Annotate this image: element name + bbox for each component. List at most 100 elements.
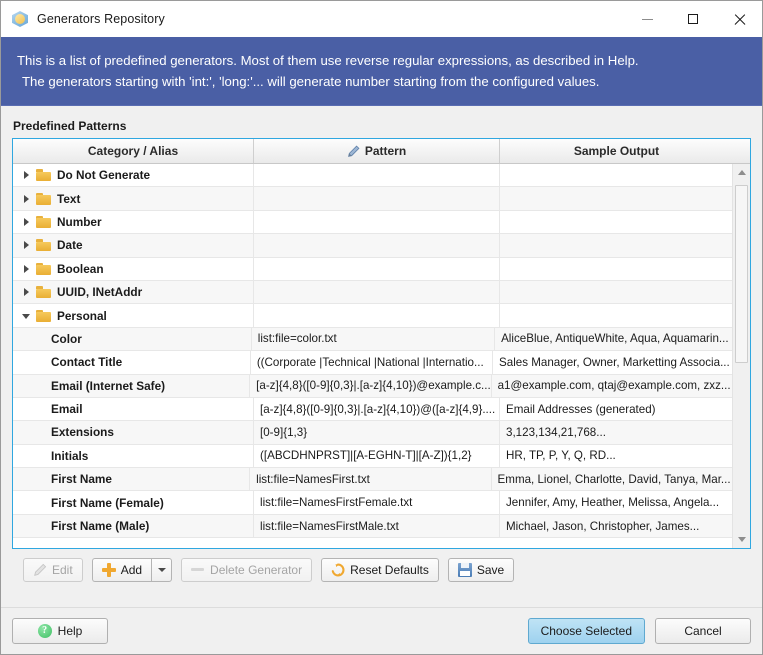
scrollbar-track[interactable] xyxy=(733,181,750,531)
column-header-category-alias[interactable]: Category / Alias xyxy=(13,139,254,163)
window-controls xyxy=(624,1,762,37)
close-button[interactable] xyxy=(716,1,762,37)
add-dropdown-button[interactable] xyxy=(151,558,173,582)
cell-sample-output xyxy=(500,187,732,209)
pattern-text: [a-z]{4,8}([0-9]{0,3}|.[a-z]{4,10})@([a-… xyxy=(260,402,496,416)
pattern-text: [0-9]{1,3} xyxy=(260,425,308,439)
cell-sample-output xyxy=(500,164,732,186)
table-header-row: Category / Alias Pattern Sample Output xyxy=(13,139,750,164)
add-button[interactable]: Add xyxy=(91,558,152,582)
cell-category-alias: Color xyxy=(13,327,252,351)
row-label: UUID, INetAddr xyxy=(57,285,143,300)
help-button[interactable]: ? Help xyxy=(12,618,108,644)
table-row[interactable]: First Name list:file=NamesFirst.txt Emma, … xyxy=(13,468,732,492)
chevron-right-icon[interactable] xyxy=(21,216,33,228)
minimize-button[interactable] xyxy=(624,1,670,37)
banner-line-1: This is a list of predefined generators.… xyxy=(17,53,639,68)
cell-sample-output xyxy=(500,281,732,303)
edit-button[interactable]: Edit xyxy=(23,558,83,582)
save-button[interactable]: Save xyxy=(447,558,515,582)
cell-sample-output xyxy=(500,258,732,280)
row-label: Date xyxy=(57,238,83,253)
table-row[interactable]: Date xyxy=(13,234,732,258)
table-row[interactable]: UUID, INetAddr xyxy=(13,280,732,305)
cell-sample-output: Sales Manager, Owner, Marketting Associa… xyxy=(493,351,732,373)
close-icon xyxy=(733,13,746,26)
cancel-button-label: Cancel xyxy=(684,624,722,638)
cell-pattern xyxy=(254,304,500,327)
cell-category-alias: Text xyxy=(13,187,254,210)
table-row[interactable]: Color list:file=color.txt AliceBlue, Antiq… xyxy=(13,327,732,352)
pattern-text: ((Corporate |Technical |National |Intern… xyxy=(256,355,484,369)
cell-pattern: [a-z]{4,8}([0-9]{0,3}|.[a-z]{4,10})@exam… xyxy=(250,374,492,397)
table-row[interactable]: Initials ([ABCDHNPRST]|[A-EGHN-T]|[A-Z]){… xyxy=(13,444,732,469)
maximize-button[interactable] xyxy=(670,1,716,37)
table-row[interactable]: Contact Title ((Corporate |Technical |Nat… xyxy=(13,351,732,375)
window-title: Generators Repository xyxy=(37,12,165,26)
row-label: Boolean xyxy=(57,261,104,276)
cell-sample-output: Michael, Jason, Christopher, James... xyxy=(500,515,732,537)
cell-pattern: ([ABCDHNPRST]|[A-EGHN-T]|[A-Z]){1,2} xyxy=(254,444,500,468)
cell-pattern: [a-z]{4,8}([0-9]{0,3}|.[a-z]{4,10})@([a-… xyxy=(254,397,500,421)
scroll-up-button[interactable] xyxy=(733,164,750,181)
cancel-button[interactable]: Cancel xyxy=(655,618,751,644)
cell-category-alias: Email (Internet Safe) xyxy=(13,374,251,397)
cell-sample-output xyxy=(500,304,732,326)
pattern-text: list:file=NamesFirst.txt xyxy=(256,472,370,486)
cell-category-alias: Email xyxy=(13,397,254,421)
chevron-right-icon[interactable] xyxy=(21,169,33,181)
table-row[interactable]: Email (Internet Safe) [a-z]{4,8}([0-9]{0,… xyxy=(13,374,732,398)
choose-selected-button[interactable]: Choose Selected xyxy=(527,618,645,644)
table-row[interactable]: Personal xyxy=(13,304,732,328)
cell-pattern xyxy=(254,164,500,187)
chevron-right-icon[interactable] xyxy=(21,263,33,275)
column-header-sample-output[interactable]: Sample Output xyxy=(500,139,733,163)
cell-sample-output: Email Addresses (generated) xyxy=(500,398,732,420)
table-row[interactable]: Do Not Generate xyxy=(13,164,732,188)
minimize-icon xyxy=(641,18,653,20)
cell-pattern xyxy=(254,187,500,210)
reset-defaults-button[interactable]: Reset Defaults xyxy=(321,558,439,582)
sample-output-text: AliceBlue, AntiqueWhite, Aqua, Aquamarin… xyxy=(501,332,729,346)
pattern-text: [a-z]{4,8}([0-9]{0,3}|.[a-z]{4,10})@exam… xyxy=(256,379,491,393)
row-label: Extensions xyxy=(51,425,114,440)
pattern-text: list:file=NamesFirstFemale.txt xyxy=(260,496,413,510)
chevron-down-icon[interactable] xyxy=(21,310,33,322)
add-split-button: Add xyxy=(91,558,173,582)
cell-category-alias: Do Not Generate xyxy=(13,164,254,187)
delete-generator-button[interactable]: Delete Generator xyxy=(181,558,313,582)
table-row[interactable]: Number xyxy=(13,210,732,235)
folder-icon xyxy=(36,192,51,205)
table-row[interactable]: Extensions [0-9]{1,3} 3,123,134,21,768... xyxy=(13,421,732,445)
column-header-pattern[interactable]: Pattern xyxy=(254,139,500,163)
table-row[interactable]: First Name (Male) list:file=NamesFirstMal… xyxy=(13,514,732,539)
cell-pattern: [0-9]{1,3} xyxy=(254,421,500,444)
pencil-icon xyxy=(33,563,47,577)
chevron-right-icon[interactable] xyxy=(21,239,33,251)
choose-selected-button-label: Choose Selected xyxy=(540,624,632,638)
sample-output-text: Michael, Jason, Christopher, James... xyxy=(506,519,700,533)
cell-pattern: ((Corporate |Technical |National |Intern… xyxy=(251,351,494,374)
table-body: Do Not Generate Text Number Date Boolean UUID… xyxy=(13,164,732,548)
sample-output-text: a1@example.com, qtaj@example.com, zxz... xyxy=(497,379,731,393)
cell-pattern: list:file=NamesFirstFemale.txt xyxy=(254,491,500,514)
scroll-down-button[interactable] xyxy=(733,531,750,548)
column-header-sample-output-label: Sample Output xyxy=(573,144,660,158)
table-row[interactable]: Text xyxy=(13,187,732,211)
chevron-right-icon[interactable] xyxy=(21,193,33,205)
vertical-scrollbar[interactable] xyxy=(732,164,750,548)
patterns-table: Category / Alias Pattern Sample Output D… xyxy=(12,138,751,549)
scrollbar-thumb[interactable] xyxy=(735,185,748,363)
sample-output-text: 3,123,134,21,768... xyxy=(506,425,606,439)
cell-pattern xyxy=(254,234,500,257)
banner-line-2: The generators starting with 'int:', 'lo… xyxy=(22,74,600,89)
table-row[interactable]: Email [a-z]{4,8}([0-9]{0,3}|.[a-z]{4,10})… xyxy=(13,397,732,422)
table-row[interactable]: First Name (Female) list:file=NamesFirstF… xyxy=(13,491,732,515)
cell-pattern xyxy=(254,210,500,234)
header-scroll-spacer xyxy=(733,139,750,163)
chevron-right-icon[interactable] xyxy=(21,286,33,298)
cell-category-alias: Number xyxy=(13,210,254,234)
add-button-label: Add xyxy=(120,563,143,577)
row-label: Number xyxy=(57,214,102,229)
table-row[interactable]: Boolean xyxy=(13,257,732,281)
